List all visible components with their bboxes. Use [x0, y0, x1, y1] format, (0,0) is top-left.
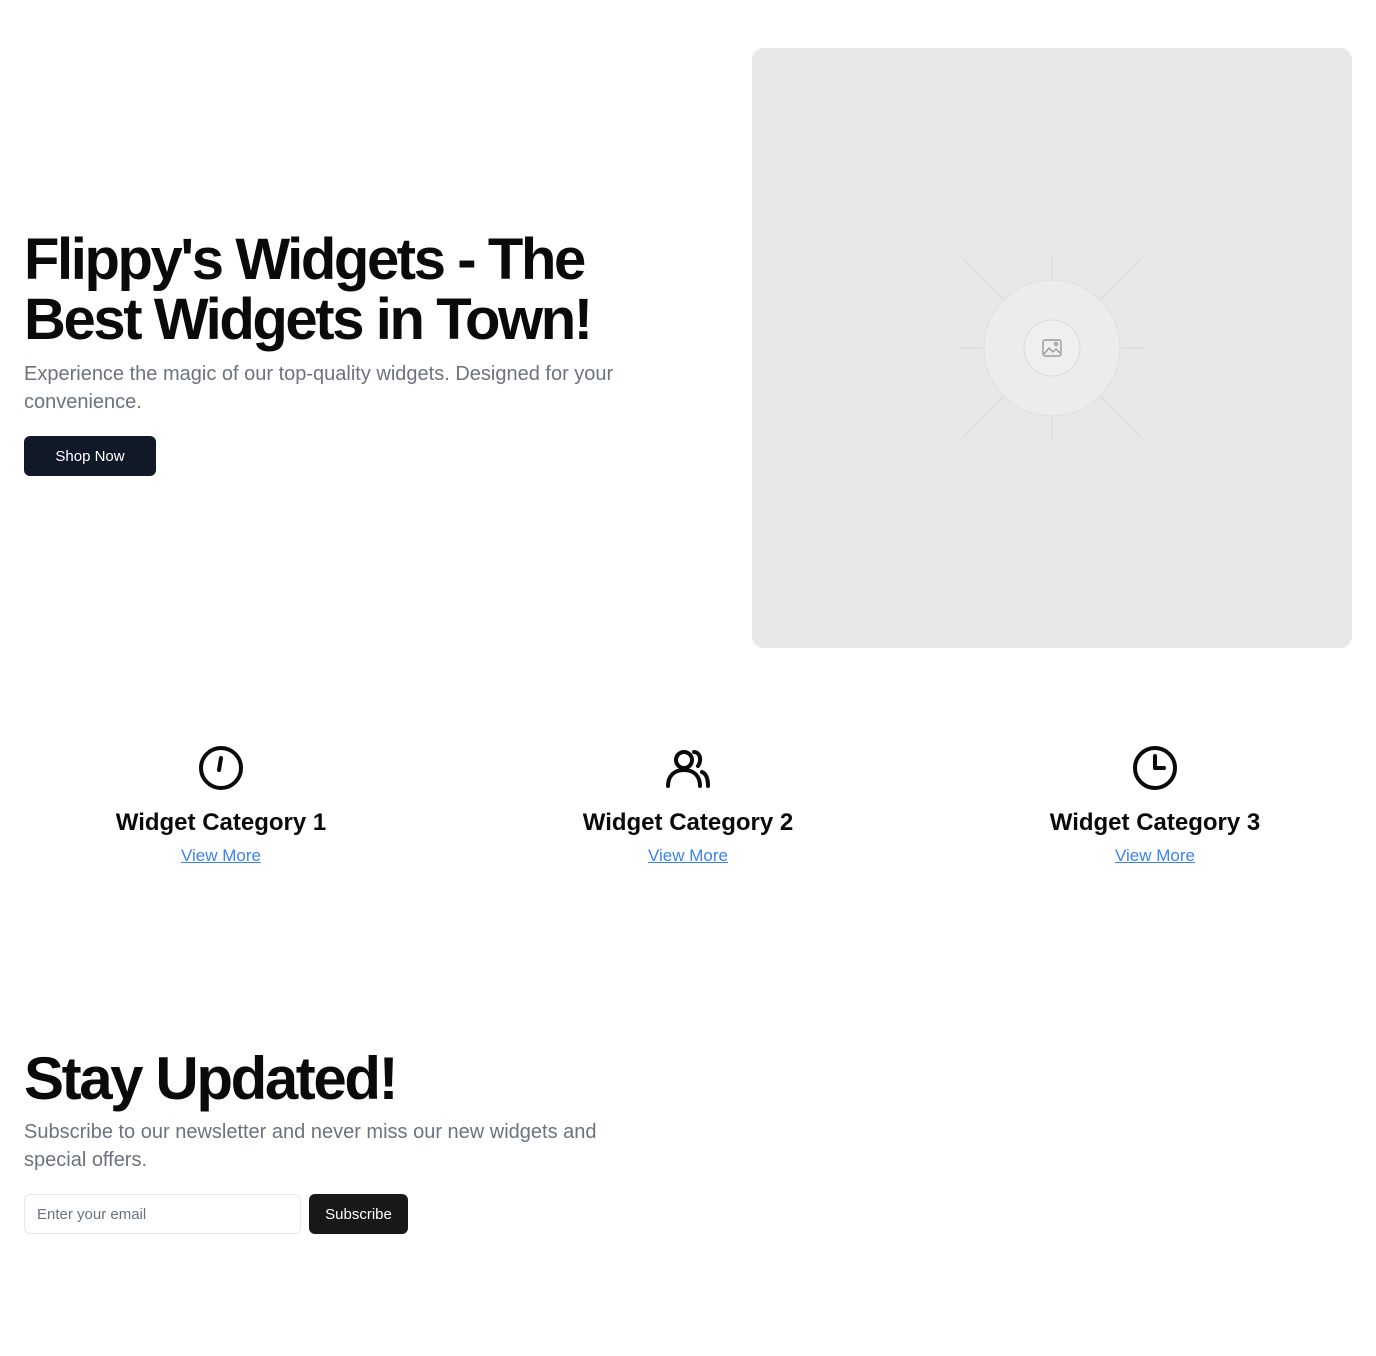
email-input[interactable]	[24, 1194, 301, 1234]
category-title: Widget Category 2	[582, 809, 794, 836]
category-title: Widget Category 1	[115, 809, 327, 836]
hero-text: Flippy's Widgets - The Best Widgets in T…	[24, 230, 624, 476]
newsletter-section: Stay Updated! Subscribe to our newslette…	[24, 1046, 724, 1234]
hero-section: Flippy's Widgets - The Best Widgets in T…	[24, 48, 1352, 648]
view-more-link[interactable]: View More	[181, 846, 261, 866]
image-placeholder-icon	[960, 256, 1144, 440]
view-more-link[interactable]: View More	[1115, 846, 1195, 866]
users-icon	[666, 750, 710, 788]
category-card-2: Widget Category 2 View More	[488, 744, 888, 866]
subscribe-button[interactable]: Subscribe	[309, 1194, 408, 1234]
category-card-1: Widget Category 1 View More	[21, 744, 421, 866]
category-title: Widget Category 3	[1049, 809, 1261, 836]
clock-icon	[1133, 746, 1177, 790]
category-card-3: Widget Category 3 View More	[955, 744, 1355, 866]
view-more-link[interactable]: View More	[648, 846, 728, 866]
hero-subtitle: Experience the magic of our top-quality …	[24, 363, 614, 413]
newsletter-subtitle: Subscribe to our newsletter and never mi…	[24, 1121, 597, 1171]
newsletter-title: Stay Updated!	[24, 1045, 399, 1112]
hero-title: Flippy's Widgets - The Best Widgets in T…	[24, 227, 593, 352]
timer-icon	[199, 746, 243, 790]
shop-now-button[interactable]: Shop Now	[24, 436, 156, 476]
hero-image-placeholder	[752, 48, 1352, 648]
newsletter-form: Subscribe	[24, 1194, 724, 1234]
